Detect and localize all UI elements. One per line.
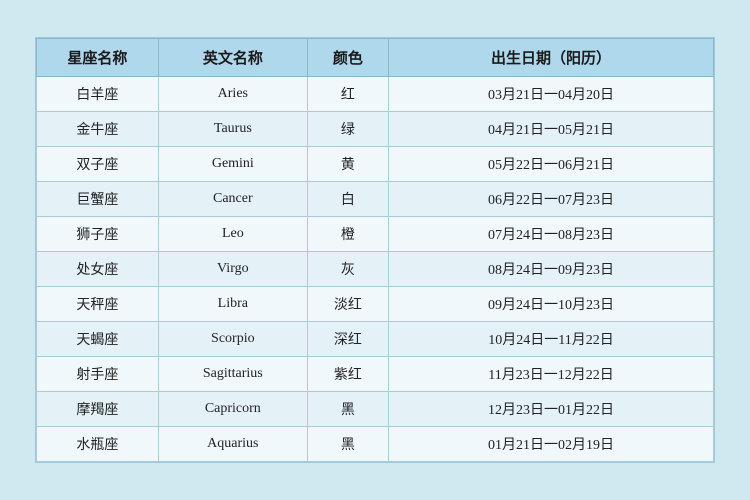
cell-chinese: 狮子座 bbox=[37, 217, 159, 252]
cell-english: Aquarius bbox=[158, 427, 307, 462]
table-row: 摩羯座Capricorn黑12月23日一01月22日 bbox=[37, 392, 714, 427]
header-date: 出生日期（阳历） bbox=[389, 39, 714, 77]
table-row: 狮子座Leo橙07月24日一08月23日 bbox=[37, 217, 714, 252]
cell-color: 黑 bbox=[307, 392, 388, 427]
cell-color: 红 bbox=[307, 77, 388, 112]
zodiac-table-container: 星座名称 英文名称 颜色 出生日期（阳历） 白羊座Aries红03月21日一04… bbox=[35, 37, 715, 463]
cell-color: 橙 bbox=[307, 217, 388, 252]
cell-date: 12月23日一01月22日 bbox=[389, 392, 714, 427]
table-body: 白羊座Aries红03月21日一04月20日金牛座Taurus绿04月21日一0… bbox=[37, 77, 714, 462]
table-row: 射手座Sagittarius紫红11月23日一12月22日 bbox=[37, 357, 714, 392]
cell-date: 07月24日一08月23日 bbox=[389, 217, 714, 252]
cell-english: Capricorn bbox=[158, 392, 307, 427]
cell-date: 06月22日一07月23日 bbox=[389, 182, 714, 217]
table-row: 处女座Virgo灰08月24日一09月23日 bbox=[37, 252, 714, 287]
cell-chinese: 双子座 bbox=[37, 147, 159, 182]
cell-date: 11月23日一12月22日 bbox=[389, 357, 714, 392]
cell-english: Gemini bbox=[158, 147, 307, 182]
cell-date: 05月22日一06月21日 bbox=[389, 147, 714, 182]
cell-color: 黑 bbox=[307, 427, 388, 462]
cell-chinese: 天秤座 bbox=[37, 287, 159, 322]
cell-chinese: 水瓶座 bbox=[37, 427, 159, 462]
cell-english: Taurus bbox=[158, 112, 307, 147]
cell-english: Cancer bbox=[158, 182, 307, 217]
table-header-row: 星座名称 英文名称 颜色 出生日期（阳历） bbox=[37, 39, 714, 77]
table-row: 天秤座Libra淡红09月24日一10月23日 bbox=[37, 287, 714, 322]
table-row: 水瓶座Aquarius黑01月21日一02月19日 bbox=[37, 427, 714, 462]
cell-english: Libra bbox=[158, 287, 307, 322]
cell-english: Sagittarius bbox=[158, 357, 307, 392]
cell-date: 01月21日一02月19日 bbox=[389, 427, 714, 462]
cell-date: 08月24日一09月23日 bbox=[389, 252, 714, 287]
cell-color: 绿 bbox=[307, 112, 388, 147]
cell-chinese: 处女座 bbox=[37, 252, 159, 287]
cell-color: 淡红 bbox=[307, 287, 388, 322]
cell-chinese: 巨蟹座 bbox=[37, 182, 159, 217]
table-row: 双子座Gemini黄05月22日一06月21日 bbox=[37, 147, 714, 182]
table-row: 天蝎座Scorpio深红10月24日一11月22日 bbox=[37, 322, 714, 357]
cell-english: Virgo bbox=[158, 252, 307, 287]
header-chinese: 星座名称 bbox=[37, 39, 159, 77]
table-row: 白羊座Aries红03月21日一04月20日 bbox=[37, 77, 714, 112]
cell-date: 03月21日一04月20日 bbox=[389, 77, 714, 112]
cell-english: Scorpio bbox=[158, 322, 307, 357]
cell-color: 深红 bbox=[307, 322, 388, 357]
cell-english: Leo bbox=[158, 217, 307, 252]
cell-chinese: 白羊座 bbox=[37, 77, 159, 112]
zodiac-table: 星座名称 英文名称 颜色 出生日期（阳历） 白羊座Aries红03月21日一04… bbox=[36, 38, 714, 462]
cell-color: 白 bbox=[307, 182, 388, 217]
header-color: 颜色 bbox=[307, 39, 388, 77]
table-row: 金牛座Taurus绿04月21日一05月21日 bbox=[37, 112, 714, 147]
cell-chinese: 金牛座 bbox=[37, 112, 159, 147]
cell-chinese: 摩羯座 bbox=[37, 392, 159, 427]
cell-date: 09月24日一10月23日 bbox=[389, 287, 714, 322]
table-row: 巨蟹座Cancer白06月22日一07月23日 bbox=[37, 182, 714, 217]
cell-date: 10月24日一11月22日 bbox=[389, 322, 714, 357]
cell-english: Aries bbox=[158, 77, 307, 112]
cell-chinese: 天蝎座 bbox=[37, 322, 159, 357]
cell-date: 04月21日一05月21日 bbox=[389, 112, 714, 147]
cell-chinese: 射手座 bbox=[37, 357, 159, 392]
header-english: 英文名称 bbox=[158, 39, 307, 77]
cell-color: 紫红 bbox=[307, 357, 388, 392]
cell-color: 灰 bbox=[307, 252, 388, 287]
cell-color: 黄 bbox=[307, 147, 388, 182]
